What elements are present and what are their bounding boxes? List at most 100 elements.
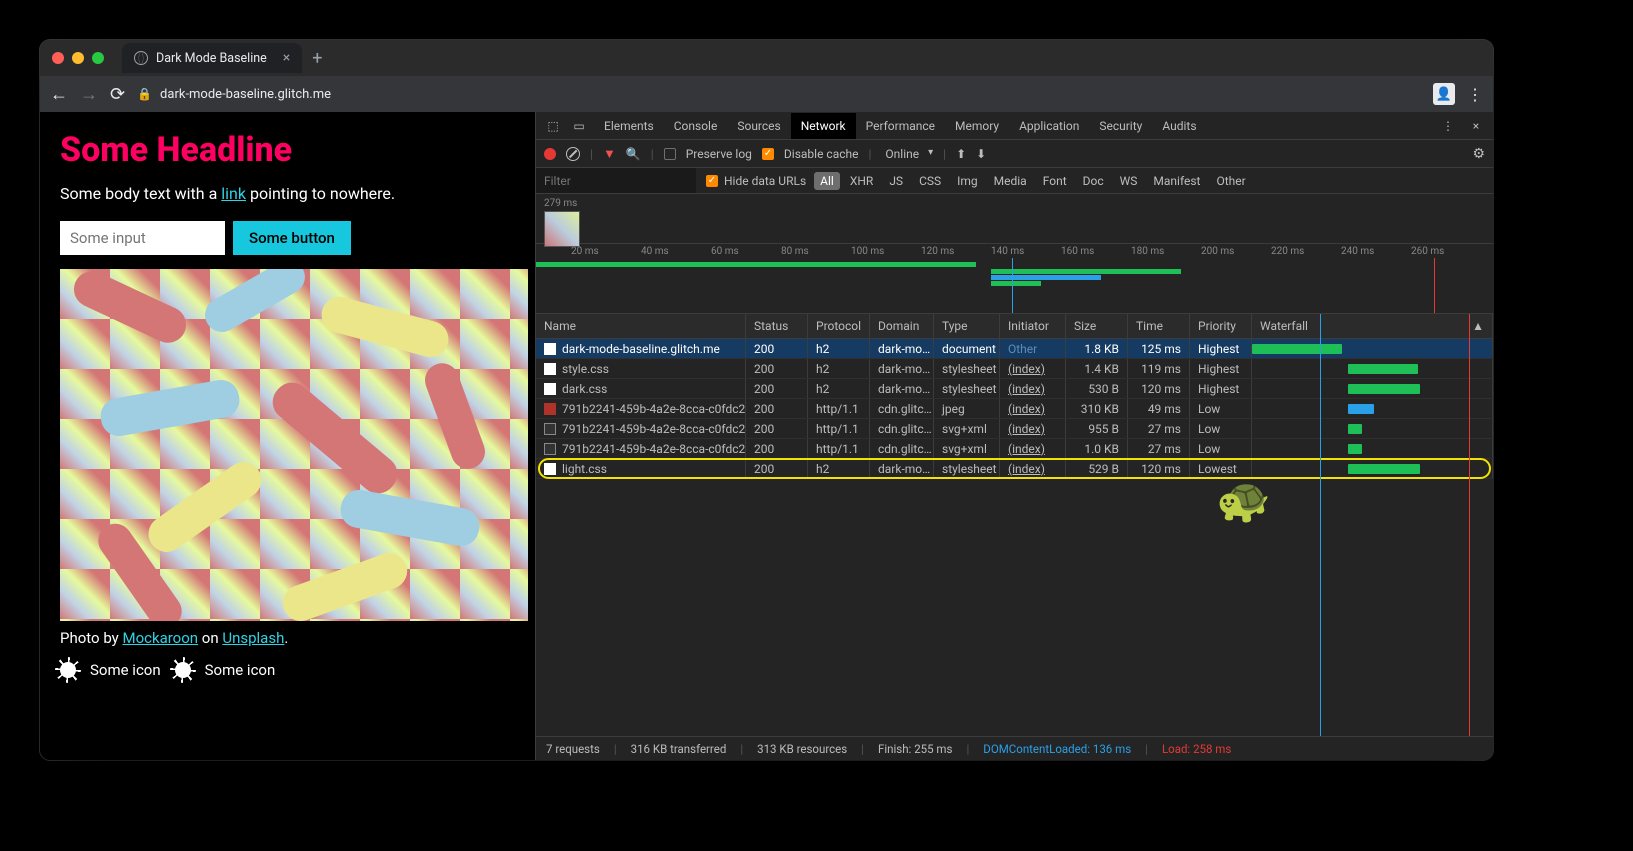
submit-button[interactable]: Some button [233, 221, 351, 255]
page-headline: Some Headline [60, 130, 515, 170]
disable-cache-checkbox[interactable]: ✓ [762, 148, 774, 160]
table-row[interactable]: 791b2241-459b-4a2e-8cca-c0fdc2…200http/1… [536, 419, 1493, 439]
devtools-tab-network[interactable]: Network [791, 113, 856, 139]
ruler-tick: 60 ms [711, 246, 739, 257]
download-icon[interactable]: ⬇ [976, 147, 986, 161]
filter-type-img[interactable]: Img [951, 172, 984, 190]
filter-type-font[interactable]: Font [1037, 172, 1073, 190]
col-status[interactable]: Status [746, 314, 808, 338]
ruler-tick: 260 ms [1411, 246, 1444, 257]
settings-icon[interactable]: ⚙ [1472, 146, 1485, 162]
devtools-tab-elements[interactable]: Elements [594, 113, 664, 139]
text-input[interactable] [60, 221, 225, 255]
devtools-tab-security[interactable]: Security [1089, 113, 1152, 139]
forward-button[interactable]: → [80, 84, 98, 105]
devtools-tab-sources[interactable]: Sources [727, 113, 790, 139]
upload-icon[interactable]: ⬆ [956, 147, 966, 161]
turtle-icon: 🐢 [1216, 474, 1271, 526]
ruler-tick: 160 ms [1061, 246, 1094, 257]
col-name[interactable]: Name [536, 314, 746, 338]
table-row[interactable]: light.css200h2dark-mo…stylesheet(index)5… [536, 459, 1493, 479]
inspect-icon[interactable]: ⬚ [542, 115, 564, 137]
ruler-tick: 80 ms [781, 246, 809, 257]
close-button[interactable] [52, 52, 64, 64]
filter-type-other[interactable]: Other [1210, 172, 1251, 190]
overview-pane[interactable]: 279 ms [536, 194, 1493, 244]
devtools-menu-icon[interactable]: ⋮ [1437, 115, 1459, 137]
col-protocol[interactable]: Protocol [808, 314, 870, 338]
ruler-tick: 40 ms [641, 246, 669, 257]
filter-icon[interactable]: ▼ [603, 146, 616, 162]
table-row[interactable]: dark-mode-baseline.glitch.me200h2dark-mo… [536, 339, 1493, 359]
extension-icon[interactable]: 👤 [1433, 83, 1455, 105]
content-area: Some Headline Some body text with a link… [40, 112, 1493, 760]
maximize-button[interactable] [92, 52, 104, 64]
tab-title: Dark Mode Baseline [156, 51, 267, 66]
devtools-tab-console[interactable]: Console [664, 113, 728, 139]
close-tab-icon[interactable]: × [283, 50, 290, 66]
site-link[interactable]: Unsplash [222, 629, 284, 647]
status-dcl: DOMContentLoaded: 136 ms [983, 742, 1131, 756]
filter-input[interactable] [536, 168, 696, 193]
device-icon[interactable]: ▭ [568, 115, 590, 137]
network-toolbar: | ▼ 🔍 | Preserve log ✓ Disable cache | O… [536, 140, 1493, 168]
filter-type-css[interactable]: CSS [913, 172, 947, 190]
devtools-close-icon[interactable]: × [1465, 115, 1487, 137]
table-row[interactable]: style.css200h2dark-mo…stylesheet(index)1… [536, 359, 1493, 379]
author-link[interactable]: Mockaroon [122, 629, 198, 647]
clear-button[interactable] [566, 147, 580, 161]
table-row[interactable]: dark.css200h2dark-mo…stylesheet(index)53… [536, 379, 1493, 399]
status-load: Load: 258 ms [1162, 742, 1231, 756]
photo [60, 269, 528, 621]
browser-toolbar: ← → ⟳ 🔒 dark-mode-baseline.glitch.me 👤 ⋮ [40, 76, 1493, 112]
status-resources: 313 KB resources [757, 742, 847, 756]
ruler-tick: 200 ms [1201, 246, 1234, 257]
filter-type-ws[interactable]: WS [1114, 172, 1144, 190]
devtools-tab-audits[interactable]: Audits [1152, 113, 1206, 139]
reload-button[interactable]: ⟳ [110, 84, 125, 105]
col-waterfall[interactable]: Waterfall▲ [1252, 314, 1493, 338]
body-link[interactable]: link [221, 184, 246, 203]
preserve-log-checkbox[interactable] [664, 148, 676, 160]
browser-tab[interactable]: Dark Mode Baseline × [122, 43, 302, 73]
globe-icon [134, 51, 148, 65]
devtools-tab-memory[interactable]: Memory [945, 113, 1009, 139]
filter-type-doc[interactable]: Doc [1077, 172, 1110, 190]
col-initiator[interactable]: Initiator [1000, 314, 1066, 338]
table-row[interactable]: 791b2241-459b-4a2e-8cca-c0fdc2…200http/1… [536, 439, 1493, 459]
col-size[interactable]: Size [1066, 314, 1128, 338]
status-finish: Finish: 255 ms [878, 742, 952, 756]
devtools-tab-performance[interactable]: Performance [856, 113, 945, 139]
menu-button[interactable]: ⋮ [1467, 85, 1483, 104]
record-button[interactable] [544, 148, 556, 160]
new-tab-button[interactable]: + [312, 48, 322, 69]
col-priority[interactable]: Priority [1190, 314, 1252, 338]
table-row[interactable]: 791b2241-459b-4a2e-8cca-c0fdc2…200http/1… [536, 399, 1493, 419]
throttling-select[interactable]: Online [881, 145, 933, 163]
filter-type-js[interactable]: JS [883, 172, 909, 190]
col-domain[interactable]: Domain [870, 314, 934, 338]
timeline-ruler[interactable]: 20 ms40 ms60 ms80 ms100 ms120 ms140 ms16… [536, 244, 1493, 314]
filter-type-all[interactable]: All [814, 172, 840, 190]
search-icon[interactable]: 🔍 [626, 147, 641, 161]
devtools-tabs: ⬚ ▭ ElementsConsoleSourcesNetworkPerform… [536, 112, 1493, 140]
ruler-tick: 20 ms [571, 246, 599, 257]
hide-data-checkbox[interactable]: ✓ [706, 175, 718, 187]
back-button[interactable]: ← [50, 84, 68, 105]
col-time[interactable]: Time [1128, 314, 1190, 338]
ruler-tick: 100 ms [851, 246, 884, 257]
address-bar[interactable]: 🔒 dark-mode-baseline.glitch.me [137, 87, 1421, 102]
status-requests: 7 requests [546, 742, 600, 756]
filter-type-manifest[interactable]: Manifest [1147, 172, 1206, 190]
filter-row: ✓ Hide data URLs AllXHRJSCSSImgMediaFont… [536, 168, 1493, 194]
sun-icon [175, 662, 191, 678]
overview-thumbnail [544, 211, 580, 247]
devtools-tab-application[interactable]: Application [1009, 113, 1089, 139]
status-bar: 7 requests| 316 KB transferred| 313 KB r… [536, 736, 1493, 760]
titlebar: Dark Mode Baseline × + [40, 40, 1493, 76]
minimize-button[interactable] [72, 52, 84, 64]
filter-type-xhr[interactable]: XHR [844, 172, 879, 190]
photo-caption: Photo by Mockaroon on Unsplash. [60, 629, 515, 647]
col-type[interactable]: Type [934, 314, 1000, 338]
filter-type-media[interactable]: Media [988, 172, 1033, 190]
